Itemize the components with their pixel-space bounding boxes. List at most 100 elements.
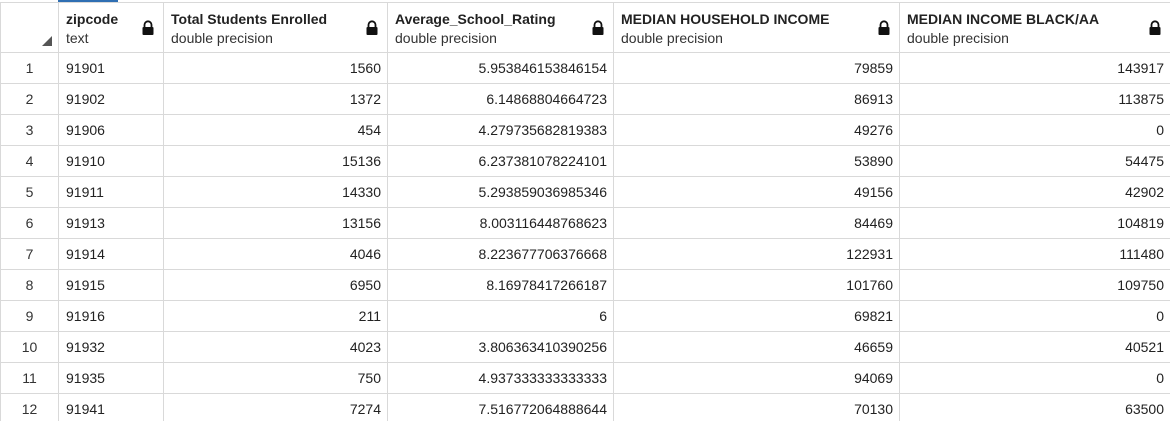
cell-zipcode[interactable]: 91902 — [58, 83, 164, 115]
cell-median-household-income[interactable]: 86913 — [613, 83, 900, 115]
lock-icon — [878, 20, 890, 35]
cell-average-school-rating[interactable]: 6.14868804664723 — [387, 83, 614, 115]
lock-icon — [1149, 20, 1161, 35]
column-header-total-students-enrolled[interactable]: Total Students Enrolled double precision — [163, 2, 388, 53]
cell-zipcode[interactable]: 91916 — [58, 300, 164, 332]
cell-median-household-income[interactable]: 101760 — [613, 269, 900, 301]
table-row[interactable]: 7 91914 4046 8.223677706376668 122931 11… — [0, 238, 1170, 270]
row-number[interactable]: 4 — [0, 145, 59, 177]
column-type: double precision — [395, 30, 497, 46]
cell-median-income-black-aa[interactable]: 143917 — [899, 52, 1170, 84]
cell-median-income-black-aa[interactable]: 54475 — [899, 145, 1170, 177]
cell-median-income-black-aa[interactable]: 104819 — [899, 207, 1170, 239]
cell-median-household-income[interactable]: 53890 — [613, 145, 900, 177]
cell-total-students-enrolled[interactable]: 6950 — [163, 269, 388, 301]
cell-zipcode[interactable]: 91914 — [58, 238, 164, 270]
cell-median-household-income[interactable]: 84469 — [613, 207, 900, 239]
row-number[interactable]: 6 — [0, 207, 59, 239]
cell-median-income-black-aa[interactable]: 111480 — [899, 238, 1170, 270]
table-row[interactable]: 2 91902 1372 6.14868804664723 86913 1138… — [0, 83, 1170, 115]
cell-median-income-black-aa[interactable]: 113875 — [899, 83, 1170, 115]
cell-zipcode[interactable]: 91913 — [58, 207, 164, 239]
row-number[interactable]: 3 — [0, 114, 59, 146]
cell-total-students-enrolled[interactable]: 13156 — [163, 207, 388, 239]
header-row: zipcode text Total Students Enrolled dou… — [0, 2, 1170, 53]
select-all-corner[interactable] — [0, 2, 59, 53]
table-row[interactable]: 10 91932 4023 3.806363410390256 46659 40… — [0, 331, 1170, 363]
cell-zipcode[interactable]: 91901 — [58, 52, 164, 84]
cell-total-students-enrolled[interactable]: 4046 — [163, 238, 388, 270]
row-number[interactable]: 12 — [0, 393, 59, 421]
cell-median-income-black-aa[interactable]: 40521 — [899, 331, 1170, 363]
cell-average-school-rating[interactable]: 8.003116448768623 — [387, 207, 614, 239]
cell-average-school-rating[interactable]: 4.937333333333333 — [387, 362, 614, 394]
cell-median-household-income[interactable]: 94069 — [613, 362, 900, 394]
cell-median-household-income[interactable]: 122931 — [613, 238, 900, 270]
table-row[interactable]: 8 91915 6950 8.16978417266187 101760 109… — [0, 269, 1170, 301]
column-name: MEDIAN HOUSEHOLD INCOME — [621, 11, 830, 27]
cell-zipcode[interactable]: 91910 — [58, 145, 164, 177]
lock-icon — [366, 20, 378, 35]
cell-average-school-rating[interactable]: 3.806363410390256 — [387, 331, 614, 363]
cell-median-household-income[interactable]: 70130 — [613, 393, 900, 421]
cell-average-school-rating[interactable]: 4.279735682819383 — [387, 114, 614, 146]
cell-average-school-rating[interactable]: 8.223677706376668 — [387, 238, 614, 270]
cell-zipcode[interactable]: 91915 — [58, 269, 164, 301]
table-row[interactable]: 1 91901 1560 5.953846153846154 79859 143… — [0, 52, 1170, 84]
cell-total-students-enrolled[interactable]: 7274 — [163, 393, 388, 421]
cell-zipcode[interactable]: 91911 — [58, 176, 164, 208]
cell-total-students-enrolled[interactable]: 15136 — [163, 145, 388, 177]
row-number[interactable]: 5 — [0, 176, 59, 208]
table-row[interactable]: 4 91910 15136 6.237381078224101 53890 54… — [0, 145, 1170, 177]
row-number[interactable]: 11 — [0, 362, 59, 394]
cell-median-household-income[interactable]: 69821 — [613, 300, 900, 332]
column-name: Average_School_Rating — [395, 11, 556, 27]
row-number[interactable]: 10 — [0, 331, 59, 363]
row-number[interactable]: 2 — [0, 83, 59, 115]
column-header-median-income-black-aa[interactable]: MEDIAN INCOME BLACK/AA double precision — [899, 2, 1170, 53]
cell-total-students-enrolled[interactable]: 4023 — [163, 331, 388, 363]
cell-average-school-rating[interactable]: 6 — [387, 300, 614, 332]
cell-median-income-black-aa[interactable]: 0 — [899, 362, 1170, 394]
column-header-average-school-rating[interactable]: Average_School_Rating double precision — [387, 2, 614, 53]
column-header-median-household-income[interactable]: MEDIAN HOUSEHOLD INCOME double precision — [613, 2, 900, 53]
row-number[interactable]: 1 — [0, 52, 59, 84]
table-row[interactable]: 12 91941 7274 7.516772064888644 70130 63… — [0, 393, 1170, 421]
cell-median-income-black-aa[interactable]: 109750 — [899, 269, 1170, 301]
table-row[interactable]: 11 91935 750 4.937333333333333 94069 0 — [0, 362, 1170, 394]
cell-median-household-income[interactable]: 79859 — [613, 52, 900, 84]
cell-total-students-enrolled[interactable]: 1560 — [163, 52, 388, 84]
cell-total-students-enrolled[interactable]: 1372 — [163, 83, 388, 115]
cell-average-school-rating[interactable]: 8.16978417266187 — [387, 269, 614, 301]
cell-median-household-income[interactable]: 49276 — [613, 114, 900, 146]
cell-median-income-black-aa[interactable]: 0 — [899, 300, 1170, 332]
row-number[interactable]: 8 — [0, 269, 59, 301]
cell-median-household-income[interactable]: 46659 — [613, 331, 900, 363]
cell-average-school-rating[interactable]: 5.953846153846154 — [387, 52, 614, 84]
cell-median-household-income[interactable]: 49156 — [613, 176, 900, 208]
cell-total-students-enrolled[interactable]: 14330 — [163, 176, 388, 208]
table-row[interactable]: 3 91906 454 4.279735682819383 49276 0 — [0, 114, 1170, 146]
table-row[interactable]: 6 91913 13156 8.003116448768623 84469 10… — [0, 207, 1170, 239]
table-row[interactable]: 5 91911 14330 5.293859036985346 49156 42… — [0, 176, 1170, 208]
cell-average-school-rating[interactable]: 6.237381078224101 — [387, 145, 614, 177]
cell-average-school-rating[interactable]: 7.516772064888644 — [387, 393, 614, 421]
row-number[interactable]: 7 — [0, 238, 59, 270]
cell-median-income-black-aa[interactable]: 42902 — [899, 176, 1170, 208]
cell-zipcode[interactable]: 91906 — [58, 114, 164, 146]
column-name: MEDIAN INCOME BLACK/AA — [907, 11, 1100, 27]
column-header-zipcode[interactable]: zipcode text — [58, 2, 164, 53]
cell-zipcode[interactable]: 91932 — [58, 331, 164, 363]
cell-total-students-enrolled[interactable]: 454 — [163, 114, 388, 146]
cell-total-students-enrolled[interactable]: 211 — [163, 300, 388, 332]
cell-zipcode[interactable]: 91935 — [58, 362, 164, 394]
column-type: double precision — [621, 30, 723, 46]
cell-zipcode[interactable]: 91941 — [58, 393, 164, 421]
cell-average-school-rating[interactable]: 5.293859036985346 — [387, 176, 614, 208]
cell-median-income-black-aa[interactable]: 63500 — [899, 393, 1170, 421]
table-row[interactable]: 9 91916 211 6 69821 0 — [0, 300, 1170, 332]
results-table: zipcode text Total Students Enrolled dou… — [0, 2, 1170, 421]
cell-median-income-black-aa[interactable]: 0 — [899, 114, 1170, 146]
cell-total-students-enrolled[interactable]: 750 — [163, 362, 388, 394]
row-number[interactable]: 9 — [0, 300, 59, 332]
